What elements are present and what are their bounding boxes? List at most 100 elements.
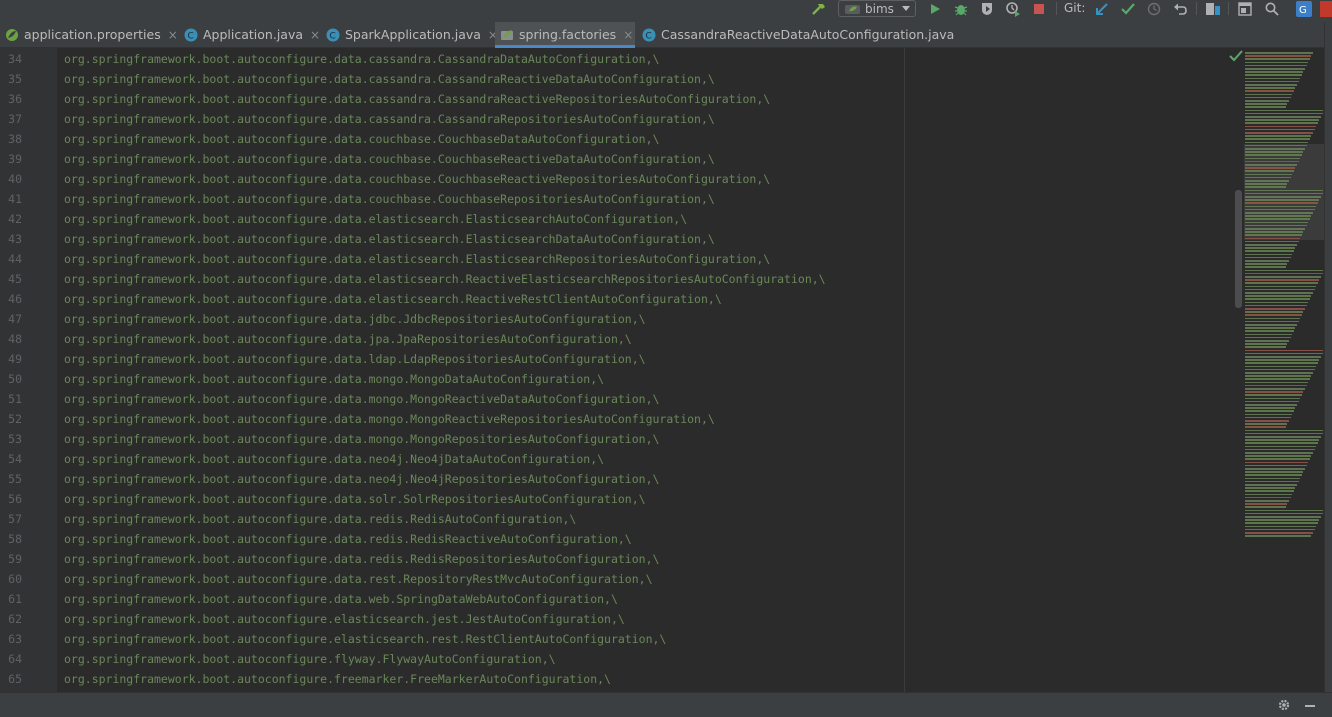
close-icon[interactable]: × <box>623 28 633 42</box>
minimap-line <box>1245 240 1299 243</box>
code-line[interactable]: org.springframework.boot.autoconfigure.d… <box>64 129 659 149</box>
git-commit-icon[interactable] <box>1119 0 1137 18</box>
tab-spring-factories[interactable]: spring.factories × <box>495 22 635 48</box>
minimap-line <box>1245 80 1299 83</box>
minimap-line <box>1245 487 1296 489</box>
code-line[interactable]: org.springframework.boot.autoconfigure.d… <box>64 389 659 409</box>
layout-icon[interactable] <box>1236 0 1254 18</box>
translate-icon[interactable]: G <box>1295 0 1313 18</box>
code-line[interactable]: org.springframework.boot.autoconfigure.d… <box>64 69 715 89</box>
code-line[interactable]: org.springframework.boot.autoconfigure.d… <box>64 469 659 489</box>
right-margin-guide <box>904 48 905 692</box>
hammer-icon[interactable] <box>810 0 828 18</box>
code-line[interactable]: org.springframework.boot.autoconfigure.f… <box>64 669 611 689</box>
minimize-icon[interactable] <box>1303 698 1317 712</box>
minimap-line <box>1245 208 1315 211</box>
code-line[interactable]: org.springframework.boot.autoconfigure.d… <box>64 489 646 509</box>
code-line[interactable]: org.springframework.boot.autoconfigure.d… <box>64 529 632 549</box>
code-line[interactable]: org.springframework.boot.autoconfigure.d… <box>64 329 632 349</box>
code-line[interactable]: org.springframework.boot.autoconfigure.d… <box>64 229 715 249</box>
code-line[interactable]: org.springframework.boot.autoconfigure.d… <box>64 449 604 469</box>
minimap-line <box>1245 384 1307 387</box>
gear-icon[interactable] <box>1277 698 1291 712</box>
minimap-line <box>1245 244 1297 246</box>
tab-application-java[interactable]: C Application.java × <box>179 22 320 47</box>
run-icon[interactable] <box>926 0 944 18</box>
spring-boot-icon <box>845 5 860 14</box>
debug-icon[interactable] <box>952 0 970 18</box>
minimap-line <box>1245 250 1294 252</box>
project-structure-icon[interactable] <box>1204 0 1222 18</box>
minimap-line <box>1245 125 1317 128</box>
code-line[interactable]: org.springframework.boot.autoconfigure.d… <box>64 309 646 329</box>
code-line[interactable]: org.springframework.boot.autoconfigure.d… <box>64 249 770 269</box>
minimap-line <box>1245 151 1304 153</box>
line-number: 48 <box>8 332 22 346</box>
tab-application-properties[interactable]: application.properties × <box>0 22 178 47</box>
line-number: 46 <box>8 292 22 306</box>
vertical-scrollbar-thumb[interactable] <box>1235 190 1242 308</box>
code-line[interactable]: org.springframework.boot.autoconfigure.f… <box>64 649 556 669</box>
code-line[interactable]: org.springframework.boot.autoconfigure.d… <box>64 369 604 389</box>
code-line[interactable]: org.springframework.boot.autoconfigure.d… <box>64 549 659 569</box>
minimap-line <box>1245 71 1304 73</box>
minimap-line <box>1245 52 1313 54</box>
java-class-icon: C <box>326 28 340 41</box>
close-icon[interactable]: × <box>168 28 178 42</box>
code-line[interactable]: org.springframework.boot.autoconfigure.d… <box>64 169 770 189</box>
code-line[interactable]: org.springframework.boot.autoconfigure.d… <box>64 429 659 449</box>
minimap-line <box>1245 442 1318 444</box>
code-line[interactable]: org.springframework.boot.autoconfigure.d… <box>64 209 687 229</box>
history-icon[interactable] <box>1145 0 1163 18</box>
minimap-line <box>1245 61 1309 64</box>
revert-icon[interactable] <box>1171 0 1189 18</box>
main-toolbar: bims Git: G <box>0 0 1332 22</box>
code-line[interactable]: org.springframework.boot.autoconfigure.d… <box>64 49 659 69</box>
minimap-line <box>1245 58 1310 60</box>
minimap-line <box>1245 429 1323 432</box>
tab-spark-application-java[interactable]: C SparkApplication.java × <box>321 22 498 47</box>
minimap[interactable] <box>1244 48 1324 692</box>
code-line[interactable]: org.springframework.boot.autoconfigure.e… <box>64 629 666 649</box>
search-icon[interactable] <box>1263 0 1281 18</box>
line-number: 64 <box>8 652 22 666</box>
code-line[interactable]: org.springframework.boot.autoconfigure.d… <box>64 509 576 529</box>
code-line[interactable]: org.springframework.boot.autoconfigure.d… <box>64 189 715 209</box>
minimap-line <box>1245 407 1296 409</box>
minimap-line <box>1245 106 1286 108</box>
line-number: 50 <box>8 372 22 386</box>
code-line[interactable]: org.springframework.boot.autoconfigure.e… <box>64 609 625 629</box>
coverage-icon[interactable] <box>978 0 996 18</box>
code-editor[interactable]: 34 35 36 37 38 39 40 41 42 43 44 45 46 47 48 49 50 51 52 53… <box>0 48 1244 692</box>
minimap-line <box>1245 356 1321 358</box>
line-number: 54 <box>8 452 22 466</box>
code-line[interactable]: org.springframework.boot.autoconfigure.d… <box>64 569 653 589</box>
close-icon[interactable]: × <box>310 28 320 42</box>
git-update-icon[interactable] <box>1093 0 1111 18</box>
minimap-line <box>1245 500 1289 502</box>
code-line[interactable]: org.springframework.boot.autoconfigure.d… <box>64 289 722 309</box>
inspection-ok-icon[interactable] <box>1229 50 1243 62</box>
tab-label: Application.java <box>203 27 304 42</box>
code-line[interactable]: org.springframework.boot.autoconfigure.d… <box>64 589 618 609</box>
minimap-line <box>1245 119 1320 121</box>
minimap-line <box>1245 532 1313 534</box>
plugin-icon[interactable] <box>1320 0 1332 18</box>
code-line[interactable]: org.springframework.boot.autoconfigure.d… <box>64 269 826 289</box>
code-line[interactable]: org.springframework.boot.autoconfigure.d… <box>64 149 715 169</box>
minimap-line <box>1245 87 1296 89</box>
code-line[interactable]: org.springframework.boot.autoconfigure.d… <box>64 409 715 429</box>
code-line[interactable]: org.springframework.boot.autoconfigure.d… <box>64 89 770 109</box>
line-number: 60 <box>8 572 22 586</box>
minimap-line <box>1245 144 1307 147</box>
minimap-line <box>1245 176 1291 179</box>
code-line[interactable]: org.springframework.boot.autoconfigure.d… <box>64 109 715 129</box>
code-line[interactable]: org.springframework.boot.autoconfigure.d… <box>64 349 646 369</box>
minimap-line <box>1245 416 1291 419</box>
stop-icon[interactable] <box>1030 0 1048 18</box>
svg-text:C: C <box>330 31 336 41</box>
profile-icon[interactable] <box>1004 0 1022 18</box>
tab-cassandra-reactive-data-auto-configuration[interactable]: C CassandraReactiveDataAutoConfiguration… <box>637 22 954 47</box>
run-configuration-select[interactable]: bims <box>838 0 916 17</box>
minimap-line <box>1245 320 1299 323</box>
